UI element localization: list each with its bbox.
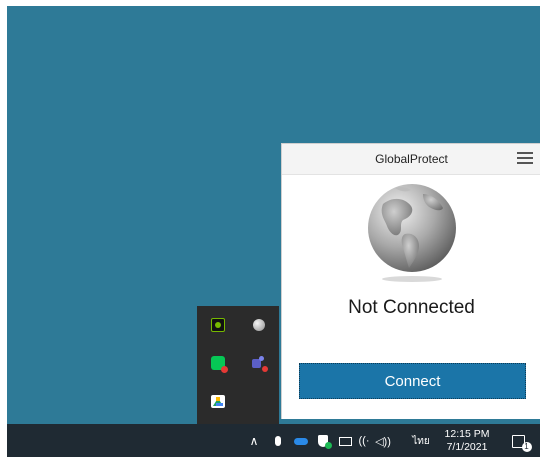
wifi-icon[interactable]: ((·	[357, 432, 371, 450]
globe-icon	[365, 182, 459, 286]
onedrive-cloud-icon[interactable]	[292, 432, 310, 450]
nvidia-icon[interactable]	[210, 318, 225, 332]
clock-time: 12:15 PM	[444, 428, 490, 440]
globe-status-icon[interactable]	[252, 319, 265, 331]
line-app-icon[interactable]	[210, 356, 228, 373]
notification-badge: 1	[521, 441, 532, 452]
globalprotect-panel: GlobalProtect Not Connected Connect	[281, 143, 540, 419]
taskbar-clock[interactable]: 12:15 PM 7/1/2021	[439, 427, 495, 455]
connection-status: Not Connected	[348, 297, 475, 318]
gp-title: GlobalProtect	[375, 152, 448, 166]
clock-date: 7/1/2021	[446, 441, 488, 453]
tray-overflow-flyout	[197, 306, 279, 424]
show-hidden-icons-chevron-icon[interactable]: ∧	[247, 432, 261, 450]
microphone-icon[interactable]	[272, 432, 284, 450]
hamburger-menu-icon[interactable]	[517, 150, 533, 164]
volume-icon[interactable]: ◁))	[375, 432, 391, 450]
google-drive-icon[interactable]	[210, 394, 225, 408]
input-language-indicator[interactable]: ไทย	[407, 432, 435, 450]
connect-button[interactable]: Connect	[299, 363, 526, 399]
defender-shield-icon[interactable]	[315, 432, 332, 450]
teams-icon[interactable]	[251, 356, 268, 372]
notification-center-icon[interactable]: 1	[509, 432, 532, 452]
gp-titlebar: GlobalProtect	[282, 144, 540, 175]
taskbar: ∧ ((· ◁)) ไทย 12:15 PM 7/1/2021 1	[7, 424, 540, 457]
battery-icon[interactable]	[337, 432, 353, 450]
